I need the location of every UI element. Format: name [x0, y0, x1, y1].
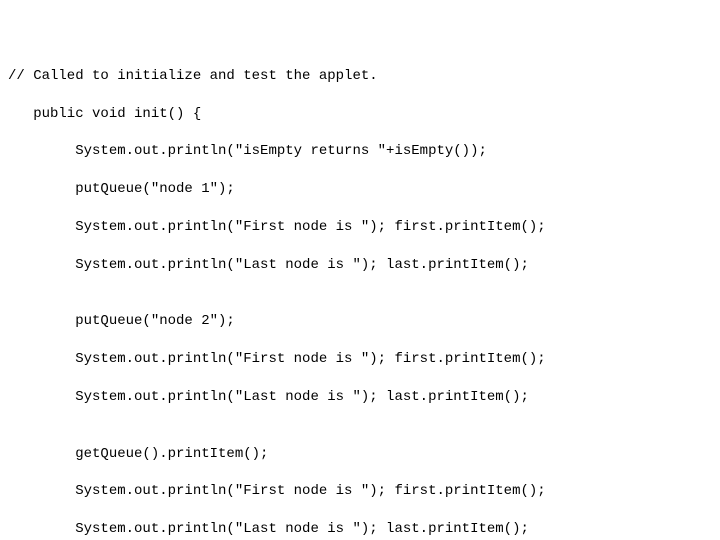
code-line: putQueue("node 1");: [8, 180, 720, 199]
code-line: System.out.println("First node is "); fi…: [8, 218, 720, 237]
code-block: // Called to initialize and test the app…: [0, 0, 720, 540]
code-line: System.out.println("First node is "); fi…: [8, 482, 720, 501]
code-line: public void init() {: [8, 105, 720, 124]
code-line: putQueue("node 2");: [8, 312, 720, 331]
code-line: System.out.println("Last node is "); las…: [8, 388, 720, 407]
code-line: getQueue().printItem();: [8, 445, 720, 464]
code-line: System.out.println("isEmpty returns "+is…: [8, 142, 720, 161]
code-line: System.out.println("Last node is "); las…: [8, 256, 720, 275]
code-line: System.out.println("Last node is "); las…: [8, 520, 720, 539]
code-line: System.out.println("First node is "); fi…: [8, 350, 720, 369]
code-line: // Called to initialize and test the app…: [8, 67, 720, 86]
